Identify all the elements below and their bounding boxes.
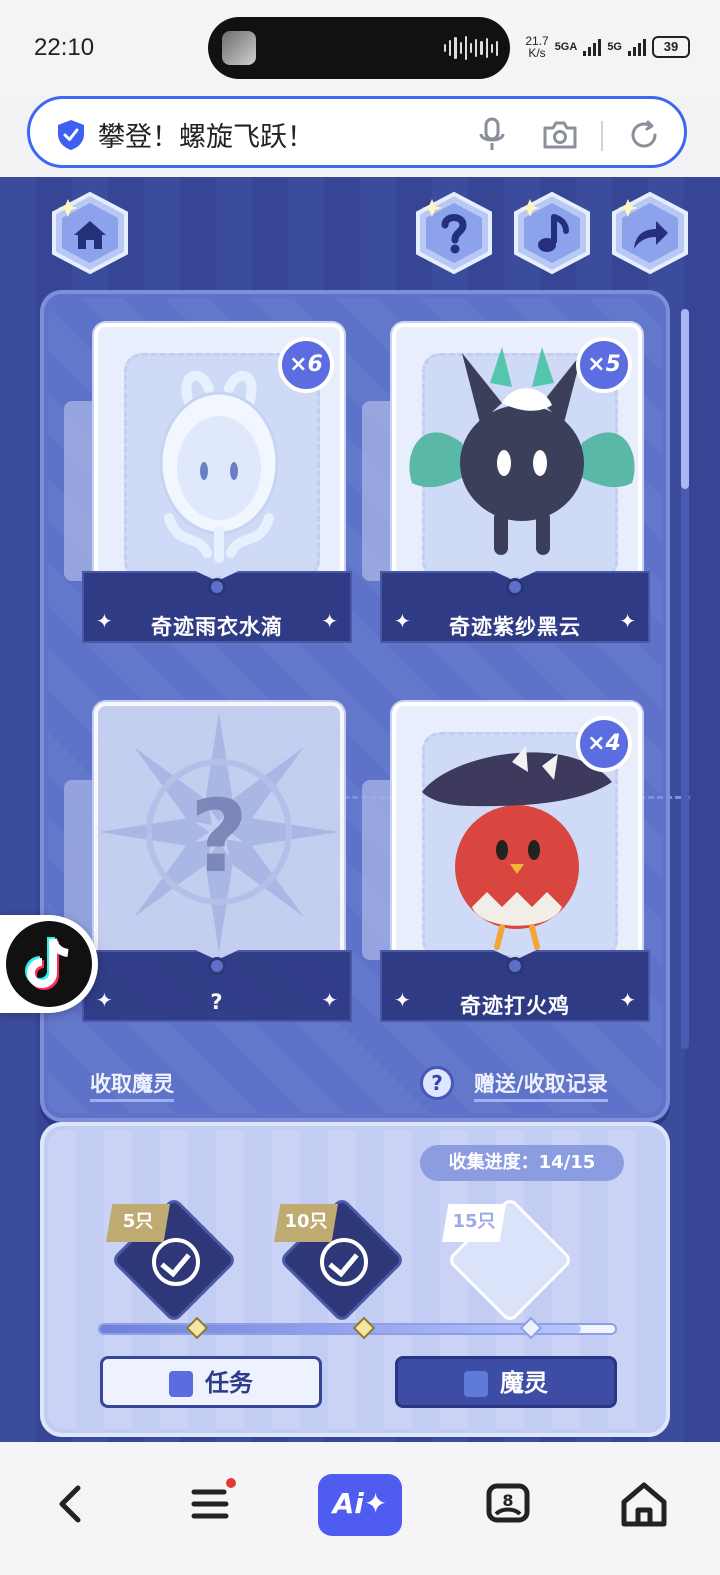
card-front: ×6 bbox=[94, 323, 344, 585]
sparkle-icon: ✦ bbox=[321, 988, 338, 1012]
music-cover bbox=[222, 31, 256, 65]
home-icon[interactable] bbox=[48, 191, 132, 275]
count-badge: ×5 bbox=[576, 337, 632, 393]
notification-dot bbox=[226, 1478, 236, 1488]
refresh-icon[interactable] bbox=[628, 119, 660, 151]
signal-icon bbox=[583, 38, 602, 56]
mic-icon[interactable] bbox=[478, 117, 506, 153]
card-purple-black-cloud[interactable]: ×5 ✦ 奇迹紫纱黑云 ✦ bbox=[362, 323, 650, 673]
collect-spirit-link[interactable]: 收取魔灵 bbox=[90, 1068, 174, 1102]
status-bar: 22:10 21.7 K/s 5GA 5G 39 bbox=[0, 0, 720, 95]
task-label: 任务 bbox=[205, 1369, 253, 1397]
sparkle-icon: ✦ bbox=[619, 988, 636, 1012]
card-name: 奇迹雨衣水滴 bbox=[151, 615, 283, 639]
count-badge: ×6 bbox=[278, 337, 334, 393]
card-name: 奇迹紫纱黑云 bbox=[449, 615, 581, 639]
milestone-10[interactable]: 10只 bbox=[274, 1200, 404, 1334]
ai-button[interactable]: Ai✦ bbox=[318, 1474, 402, 1536]
reader-icon[interactable]: 8 bbox=[478, 1474, 538, 1534]
check-icon bbox=[152, 1238, 200, 1286]
card-fire-chick[interactable]: ×4 ✦ 奇迹打火鸡 ✦ bbox=[362, 702, 650, 1052]
count-badge: ×4 bbox=[576, 716, 632, 772]
unknown-glyph: ? bbox=[189, 778, 248, 895]
card-name: ? bbox=[210, 990, 224, 1014]
clock: 22:10 bbox=[34, 34, 95, 61]
card-pin bbox=[506, 578, 524, 596]
camera-icon[interactable] bbox=[542, 121, 578, 149]
spirit-button[interactable]: 魔灵 bbox=[395, 1356, 617, 1408]
signal-label-2: 5G bbox=[607, 41, 622, 53]
search-bar[interactable]: 攀登！螺旋飞跃！ bbox=[27, 96, 687, 168]
sparkle-icon: ✦ bbox=[619, 609, 636, 633]
card-front: ? bbox=[94, 702, 344, 964]
progress-fill bbox=[100, 1325, 581, 1333]
tiktok-floating-button[interactable] bbox=[0, 915, 98, 1013]
svg-text:8: 8 bbox=[502, 1491, 513, 1510]
card-pin bbox=[208, 578, 226, 596]
signal-label-1: 5GA bbox=[554, 41, 578, 53]
search-text[interactable]: 攀登！螺旋飞跃！ bbox=[98, 115, 314, 154]
card-pin bbox=[506, 957, 524, 975]
scrollbar-thumb[interactable] bbox=[681, 309, 689, 489]
progress-label: 收集进度：14/15 bbox=[420, 1145, 624, 1181]
raincoat-droplet-sprite bbox=[159, 370, 279, 563]
milestone-tag: 10只 bbox=[274, 1204, 338, 1242]
folder-icon bbox=[464, 1371, 488, 1397]
check-icon bbox=[320, 1238, 368, 1286]
dynamic-island[interactable] bbox=[208, 17, 510, 79]
music-icon[interactable] bbox=[510, 191, 594, 275]
network-speed: 21.7 K/s bbox=[525, 34, 549, 60]
milestone-tag: 15只 bbox=[442, 1204, 506, 1242]
task-button[interactable]: 任务 bbox=[100, 1356, 322, 1408]
game-canvas[interactable]: ×6 ✦ 奇迹雨衣水滴 ✦ ×5 ✦ 奇迹紫纱黑云 ✦ ? ✦ ? ✦ ×4 ✦… bbox=[0, 177, 720, 1442]
shield-icon bbox=[58, 120, 84, 150]
gift-records-link[interactable]: 赠送/收取记录 bbox=[474, 1068, 608, 1102]
audio-wave-icon bbox=[444, 35, 499, 61]
milestone-5[interactable]: 5只 bbox=[106, 1200, 236, 1334]
milestone-15[interactable]: 15只 bbox=[442, 1200, 572, 1334]
signal-icon-2 bbox=[628, 38, 646, 56]
help-icon[interactable] bbox=[412, 191, 496, 275]
divider bbox=[601, 121, 603, 151]
card-locked[interactable]: ? ✦ ? ✦ bbox=[64, 702, 352, 1052]
tiktok-icon bbox=[6, 921, 92, 1007]
card-raincoat-droplet[interactable]: ×6 ✦ 奇迹雨衣水滴 ✦ bbox=[64, 323, 352, 673]
help-icon[interactable]: ? bbox=[420, 1066, 454, 1100]
card-pin bbox=[208, 957, 226, 975]
system-icons: 21.7 K/s 5GA 5G 39 bbox=[525, 34, 690, 60]
sparkle-icon: ✦ bbox=[321, 609, 338, 633]
battery-icon: 39 bbox=[652, 36, 690, 58]
collection-progress-panel: 收集进度：14/15 5只 10只 15只 任务 魔灵 bbox=[40, 1122, 670, 1437]
home-nav-icon[interactable] bbox=[614, 1474, 674, 1534]
share-icon[interactable] bbox=[608, 191, 692, 275]
spirit-label: 魔灵 bbox=[500, 1369, 548, 1397]
back-icon[interactable] bbox=[42, 1474, 102, 1534]
card-name: 奇迹打火鸡 bbox=[460, 994, 570, 1018]
card-front: ×4 bbox=[392, 702, 642, 964]
milestone-tag: 5只 bbox=[106, 1204, 170, 1242]
card-collection-panel: ×6 ✦ 奇迹雨衣水滴 ✦ ×5 ✦ 奇迹紫纱黑云 ✦ ? ✦ ? ✦ ×4 ✦… bbox=[40, 290, 690, 1122]
task-icon bbox=[169, 1371, 193, 1397]
card-front: ×5 bbox=[392, 323, 642, 585]
